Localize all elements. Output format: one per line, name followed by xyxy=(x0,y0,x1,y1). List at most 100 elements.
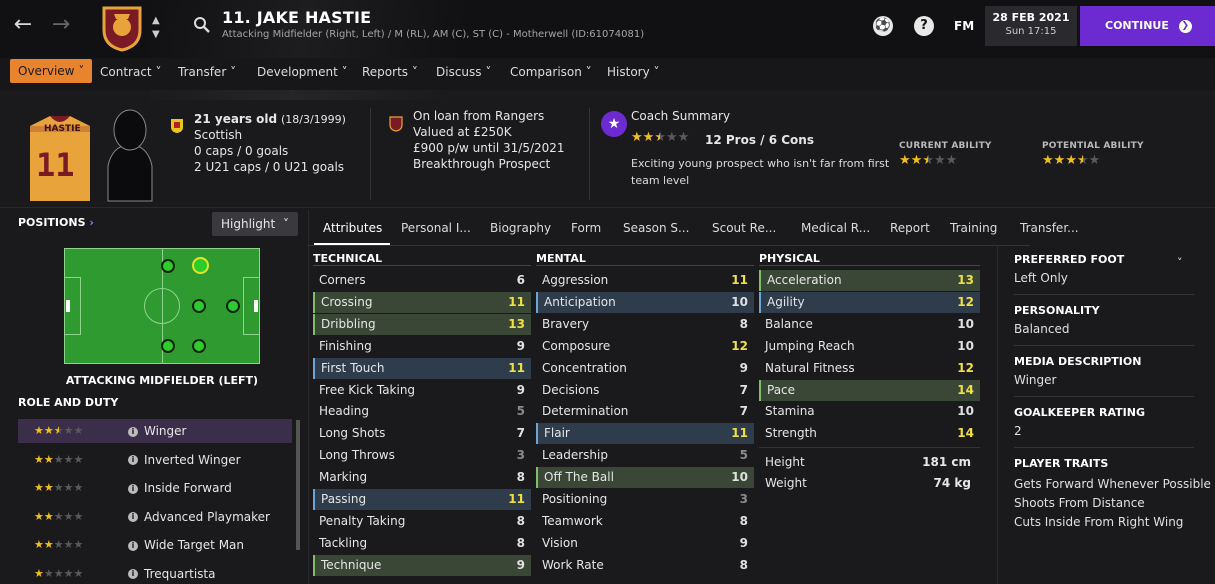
role-item[interactable]: ★★★★★ i Advanced Playmaker xyxy=(18,505,292,529)
attribute-row[interactable]: Bravery 8 xyxy=(536,314,754,335)
menu-reports[interactable]: Reports ˅ xyxy=(362,65,418,79)
attribute-row[interactable]: Work Rate 8 xyxy=(536,555,754,576)
help-icon[interactable]: ? xyxy=(914,16,934,36)
tab-1[interactable]: Personal I... xyxy=(401,221,471,235)
attribute-row[interactable]: First Touch 11 xyxy=(313,357,531,379)
attribute-row[interactable]: Crossing 11 xyxy=(313,291,531,313)
attribute-row[interactable]: Teamwork 8 xyxy=(536,511,754,532)
scrollbar[interactable] xyxy=(296,420,300,550)
tab-5[interactable]: Scout Re... xyxy=(712,221,776,235)
tab-4[interactable]: Season S... xyxy=(623,221,689,235)
chevron-up-icon[interactable]: ▲ xyxy=(152,16,160,26)
attribute-row[interactable]: Positioning 3 xyxy=(536,489,754,510)
current-ability-label: CURRENT ABILITY xyxy=(899,141,992,151)
attribute-row[interactable]: Heading 5 xyxy=(313,401,531,422)
position-dot[interactable] xyxy=(161,339,175,353)
attribute-row[interactable]: Decisions 7 xyxy=(536,380,754,401)
attribute-row[interactable]: Balance 10 xyxy=(759,314,980,335)
tab-7[interactable]: Report xyxy=(890,221,930,235)
tab-0[interactable]: Attributes xyxy=(323,221,382,235)
attribute-row[interactable]: Aggression 11 xyxy=(536,270,754,291)
position-dot[interactable] xyxy=(226,299,240,313)
role-item[interactable]: ★★★★★ i Inverted Winger xyxy=(18,448,292,472)
attribute-row[interactable]: Corners 6 xyxy=(313,270,531,291)
attribute-row[interactable]: Off The Ball 10 xyxy=(536,467,754,489)
role-item[interactable]: ★★★★★ i Trequartista xyxy=(18,562,292,584)
attribute-row[interactable]: Long Throws 3 xyxy=(313,445,531,466)
tab-2[interactable]: Biography xyxy=(490,221,551,235)
position-dot-selected[interactable] xyxy=(192,257,209,274)
attribute-row[interactable]: Anticipation 10 xyxy=(536,291,754,313)
physical-header: PHYSICAL xyxy=(759,252,820,265)
preferred-foot-label: PREFERRED FOOT xyxy=(1014,253,1125,266)
attribute-name: Teamwork xyxy=(542,513,603,528)
position-dot[interactable] xyxy=(192,339,206,353)
attribute-row[interactable]: Determination 7 xyxy=(536,401,754,422)
ball-icon[interactable]: ⚽ xyxy=(873,16,893,36)
menu-transfer[interactable]: Transfer ˅ xyxy=(178,65,236,79)
menu-contract[interactable]: Contract ˅ xyxy=(100,65,161,79)
role-item[interactable]: ★★★★★ i Winger xyxy=(18,419,292,443)
parent-club-badge-icon xyxy=(389,116,403,132)
attribute-row[interactable]: Tackling 8 xyxy=(313,533,531,554)
tab-9[interactable]: Transfer... xyxy=(1020,221,1079,235)
tab-3[interactable]: Form xyxy=(571,221,601,235)
attribute-row[interactable]: Vision 9 xyxy=(536,533,754,554)
menu-development[interactable]: Development ˅ xyxy=(257,65,348,79)
attribute-row[interactable]: Marking 8 xyxy=(313,467,531,488)
attribute-row[interactable]: Free Kick Taking 9 xyxy=(313,380,531,401)
attribute-row[interactable]: Natural Fitness 12 xyxy=(759,358,980,379)
attribute-row[interactable]: Dribbling 13 xyxy=(313,313,531,335)
back-arrow-icon[interactable]: ← xyxy=(10,12,36,38)
attribute-row[interactable]: Penalty Taking 8 xyxy=(313,511,531,532)
attribute-name: First Touch xyxy=(321,360,385,375)
coach-summary-title[interactable]: Coach Summary xyxy=(631,108,730,124)
loan-info[interactable]: On loan from Rangers xyxy=(413,108,544,124)
role-label: i Trequartista xyxy=(128,562,215,584)
menu-comparison[interactable]: Comparison ˅ xyxy=(510,65,592,79)
attribute-row[interactable]: Jumping Reach 10 xyxy=(759,336,980,357)
preferred-foot-value: Left Only xyxy=(1014,271,1068,285)
chevron-down-icon[interactable]: ▼ xyxy=(152,30,160,40)
role-item[interactable]: ★★★★★ i Inside Forward xyxy=(18,476,292,500)
club-badge-icon[interactable] xyxy=(100,2,144,52)
highlight-dropdown[interactable]: Highlight ˅ xyxy=(212,212,298,236)
attribute-row[interactable]: Stamina 10 xyxy=(759,401,980,422)
attribute-row[interactable]: Flair 11 xyxy=(536,423,754,445)
divider xyxy=(536,265,754,266)
trait-item: Gets Forward Whenever Possible xyxy=(1014,477,1211,491)
tab-6[interactable]: Medical R... xyxy=(801,221,870,235)
attribute-row[interactable]: Technique 9 xyxy=(313,554,531,576)
menu-history[interactable]: History ˅ xyxy=(607,65,660,79)
attribute-row[interactable]: Passing 11 xyxy=(313,489,531,510)
attribute-row[interactable]: Concentration 9 xyxy=(536,358,754,379)
fm-menu-button[interactable]: FM xyxy=(954,19,974,33)
attribute-row[interactable]: Agility 12 xyxy=(759,291,980,313)
attribute-name: Passing xyxy=(321,492,367,506)
attribute-row[interactable]: Finishing 9 xyxy=(313,336,531,357)
search-icon[interactable] xyxy=(193,16,211,34)
attribute-row[interactable]: Strength 14 xyxy=(759,423,980,444)
tab-8[interactable]: Training xyxy=(950,221,997,235)
attribute-row[interactable]: Composure 12 xyxy=(536,336,754,357)
attribute-row[interactable]: Pace 14 xyxy=(759,379,980,401)
menu-overview[interactable]: Overview ˅ xyxy=(10,59,93,83)
attribute-name: Bravery xyxy=(542,316,590,331)
pitch-diagram[interactable] xyxy=(64,248,260,364)
attribute-value: 14 xyxy=(957,382,974,397)
menu-discuss[interactable]: Discuss ˅ xyxy=(436,65,491,79)
date-display[interactable]: 28 FEB 2021 Sun 17:15 xyxy=(985,6,1077,46)
attribute-name: Heading xyxy=(319,404,369,419)
position-dot[interactable] xyxy=(161,259,175,273)
forward-arrow-icon[interactable]: → xyxy=(48,12,74,38)
attribute-name: Concentration xyxy=(542,360,627,375)
positions-label[interactable]: POSITIONS › xyxy=(18,216,94,229)
attribute-row[interactable]: Long Shots 7 xyxy=(313,423,531,444)
attribute-row[interactable]: Leadership 5 xyxy=(536,445,754,466)
position-dot[interactable] xyxy=(192,299,206,313)
chevron-down-icon[interactable]: ˅ xyxy=(1177,256,1183,269)
role-item[interactable]: ★★★★★ i Wide Target Man xyxy=(18,533,292,557)
potential-ability-label: POTENTIAL ABILITY xyxy=(1042,141,1144,151)
continue-button[interactable]: CONTINUE ❯ xyxy=(1080,6,1215,46)
attribute-row[interactable]: Acceleration 13 xyxy=(759,270,980,291)
